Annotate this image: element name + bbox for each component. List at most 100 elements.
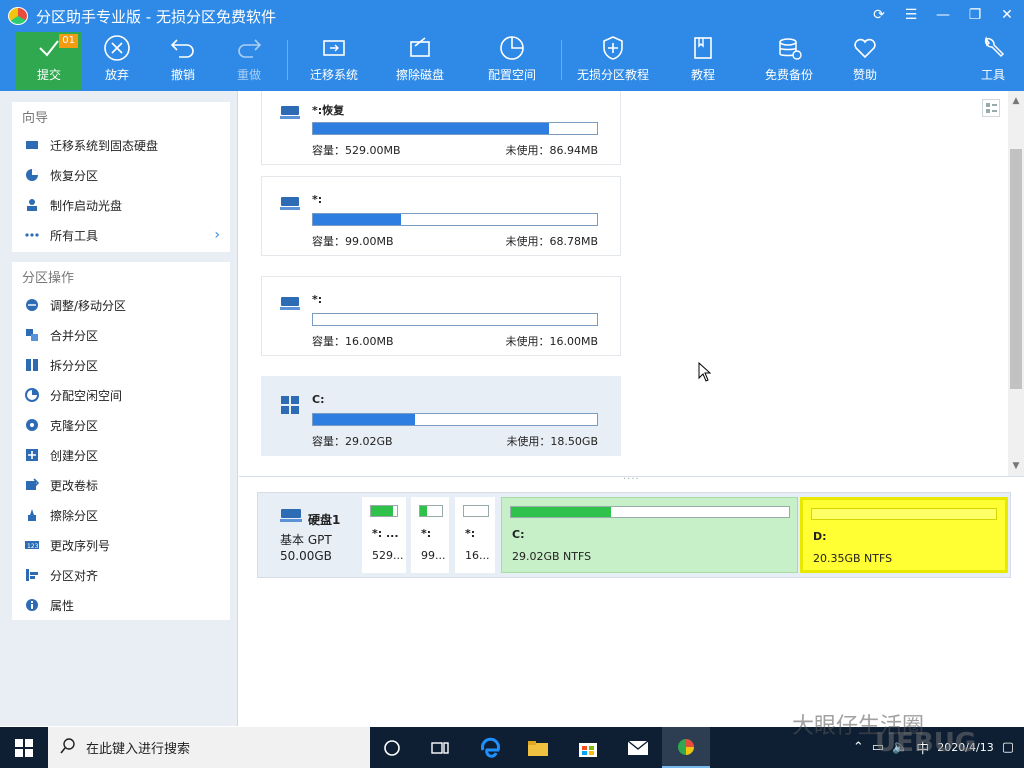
minimize-icon[interactable]: — <box>934 6 952 24</box>
tools-button[interactable]: 工具 <box>968 32 1018 90</box>
sidebar-item-label: 恢复分区 <box>50 168 99 183</box>
app-logo-icon <box>8 7 28 25</box>
disk-partition-block[interactable]: *: 16... <box>455 497 495 573</box>
capacity-text: 容量：99.00MB <box>312 235 394 248</box>
cortana-icon[interactable] <box>368 727 416 768</box>
windows-icon <box>280 395 300 418</box>
serial-icon: 123 <box>24 537 40 553</box>
scroll-thumb[interactable] <box>1010 149 1022 389</box>
pie-chart-icon <box>498 32 526 64</box>
tutorial-label: 教程 <box>690 68 715 82</box>
sidebar-item-change-label[interactable]: 更改卷标 <box>12 470 230 500</box>
partition-name: D: <box>813 530 827 543</box>
partition-name: C: <box>312 393 325 406</box>
taskbar-search[interactable]: 在此键入进行搜索 <box>48 727 370 768</box>
undo-icon <box>169 32 197 64</box>
disk-size: 50.00GB <box>280 549 332 563</box>
sponsor-button[interactable]: 赞助 <box>840 32 890 90</box>
migrate-icon <box>320 32 348 64</box>
sidebar-item-create[interactable]: 创建分区 <box>12 440 230 470</box>
usage-fill <box>313 123 549 134</box>
close-icon[interactable]: ✕ <box>998 6 1016 24</box>
sidebar-item-label: 所有工具 <box>50 228 99 243</box>
partition-card[interactable]: *:恢复 容量：529.00MB 未使用：86.94MB <box>261 91 621 165</box>
file-explorer-icon[interactable] <box>514 727 562 768</box>
partition-name: *: <box>312 293 323 306</box>
partition-card[interactable]: *: 容量：99.00MB 未使用：68.78MB <box>261 176 621 256</box>
wipe-label: 擦除磁盘 <box>395 68 444 82</box>
sidebar-item-allocate[interactable]: 分配空闲空间 <box>12 380 230 410</box>
task-view-icon[interactable] <box>416 727 464 768</box>
chevron-up-icon[interactable]: ⌃ <box>853 740 864 755</box>
free-backup-button[interactable]: 免费备份 <box>758 32 820 90</box>
book-icon <box>689 32 717 64</box>
menu-icon[interactable]: ☰ <box>902 6 920 24</box>
view-toggle-icon[interactable] <box>982 99 1000 117</box>
pane-splitter[interactable]: ···· <box>239 474 1024 485</box>
heart-icon <box>851 32 879 64</box>
commit-label: 提交 <box>36 68 61 82</box>
disk-partition-d[interactable]: D: 20.35GB NTFS <box>800 497 1008 573</box>
sidebar-item-change-serial[interactable]: 123 更改序列号 <box>12 530 230 560</box>
sponsor-label: 赞助 <box>852 68 877 82</box>
scroll-up-icon[interactable]: ▲ <box>1008 93 1024 109</box>
sidebar-item-migrate-ssd[interactable]: 迁移系统到固态硬盘 <box>12 130 230 160</box>
restore-icon[interactable]: ❐ <box>966 6 984 24</box>
mini-usage-fill <box>371 506 393 516</box>
sidebar-item-label: 更改卷标 <box>50 478 99 493</box>
mail-icon[interactable] <box>614 727 662 768</box>
sidebar-item-resize-move[interactable]: 调整/移动分区 <box>12 290 230 320</box>
sidebar-item-label: 属性 <box>50 598 75 613</box>
disk-type: 基本 GPT <box>280 533 332 547</box>
sidebar-item-wipe-partition[interactable]: 擦除分区 <box>12 500 230 530</box>
sidebar-item-label: 创建分区 <box>50 448 99 463</box>
disk-row[interactable]: 硬盘1 基本 GPT 50.00GB *: ... 529... *: 99..… <box>257 492 1011 578</box>
disk-info: 硬盘1 基本 GPT 50.00GB <box>262 497 356 575</box>
sidebar-item-label: 拆分分区 <box>50 358 99 373</box>
sidebar-item-split[interactable]: 拆分分区 <box>12 350 230 380</box>
vertical-scrollbar[interactable]: ▲ ▼ <box>1008 91 1024 476</box>
sidebar-item-all-tools[interactable]: 所有工具 › <box>12 220 230 250</box>
nondestructive-tutorial-button[interactable]: 无损分区教程 <box>574 32 652 90</box>
edge-browser-icon[interactable] <box>466 727 514 768</box>
disk-partition-c[interactable]: C: 29.02GB NTFS <box>501 497 798 573</box>
backup-label: 免费备份 <box>764 68 813 82</box>
align-icon <box>24 567 40 583</box>
free-text: 未使用：68.78MB <box>505 235 598 248</box>
allocate-space-button[interactable]: 配置空间 <box>480 32 544 90</box>
sidebar-item-clone[interactable]: 克隆分区 <box>12 410 230 440</box>
discard-button[interactable]: 放弃 <box>92 32 142 90</box>
notification-icon[interactable]: ▢ <box>1002 740 1014 755</box>
sidebar-item-merge[interactable]: 合并分区 <box>12 320 230 350</box>
partition-name: C: <box>512 528 525 541</box>
sidebar-item-properties[interactable]: 属性 <box>12 590 230 620</box>
sidebar-item-label: 制作启动光盘 <box>50 198 123 213</box>
commit-button[interactable]: 01 提交 <box>16 32 82 90</box>
operations-panel: 分区操作 调整/移动分区 合并分区 拆分分区 分配空闲空间 克隆分区 创建分区 … <box>12 262 230 620</box>
usage-bar <box>312 413 598 426</box>
refresh-icon[interactable]: ⟳ <box>870 6 888 24</box>
sidebar-item-recover-partition[interactable]: 恢复分区 <box>12 160 230 190</box>
operations-title: 分区操作 <box>22 270 75 286</box>
store-icon[interactable] <box>564 727 612 768</box>
sidebar-item-align[interactable]: 分区对齐 <box>12 560 230 590</box>
disk-partition-block[interactable]: *: ... 529... <box>362 497 406 573</box>
sidebar-item-label: 更改序列号 <box>50 538 111 553</box>
cancel-circle-icon <box>103 32 131 64</box>
window-title: 分区助手专业版 - 无损分区免费软件 <box>36 8 276 26</box>
partition-card[interactable]: C: 容量：29.02GB 未使用：18.50GB <box>261 376 621 456</box>
migrate-os-button[interactable]: 迁移系统 <box>302 32 366 90</box>
start-button[interactable] <box>0 727 48 768</box>
tutorial-button[interactable]: 教程 <box>678 32 728 90</box>
tools-label: 工具 <box>980 68 1005 82</box>
capacity-text: 容量：16.00MB <box>312 335 394 348</box>
wipe-disk-button[interactable]: 擦除磁盘 <box>388 32 452 90</box>
sidebar-item-bootable-media[interactable]: 制作启动光盘 <box>12 190 230 220</box>
disk-partition-block[interactable]: *: 99... <box>411 497 449 573</box>
scroll-down-icon[interactable]: ▼ <box>1008 458 1024 474</box>
redo-button[interactable]: 重做 <box>224 32 274 90</box>
undo-button[interactable]: 撤销 <box>158 32 208 90</box>
allocate-icon <box>24 387 40 403</box>
partition-card[interactable]: *: 容量：16.00MB 未使用：16.00MB <box>261 276 621 356</box>
partition-assistant-taskbar-icon[interactable] <box>662 727 710 768</box>
